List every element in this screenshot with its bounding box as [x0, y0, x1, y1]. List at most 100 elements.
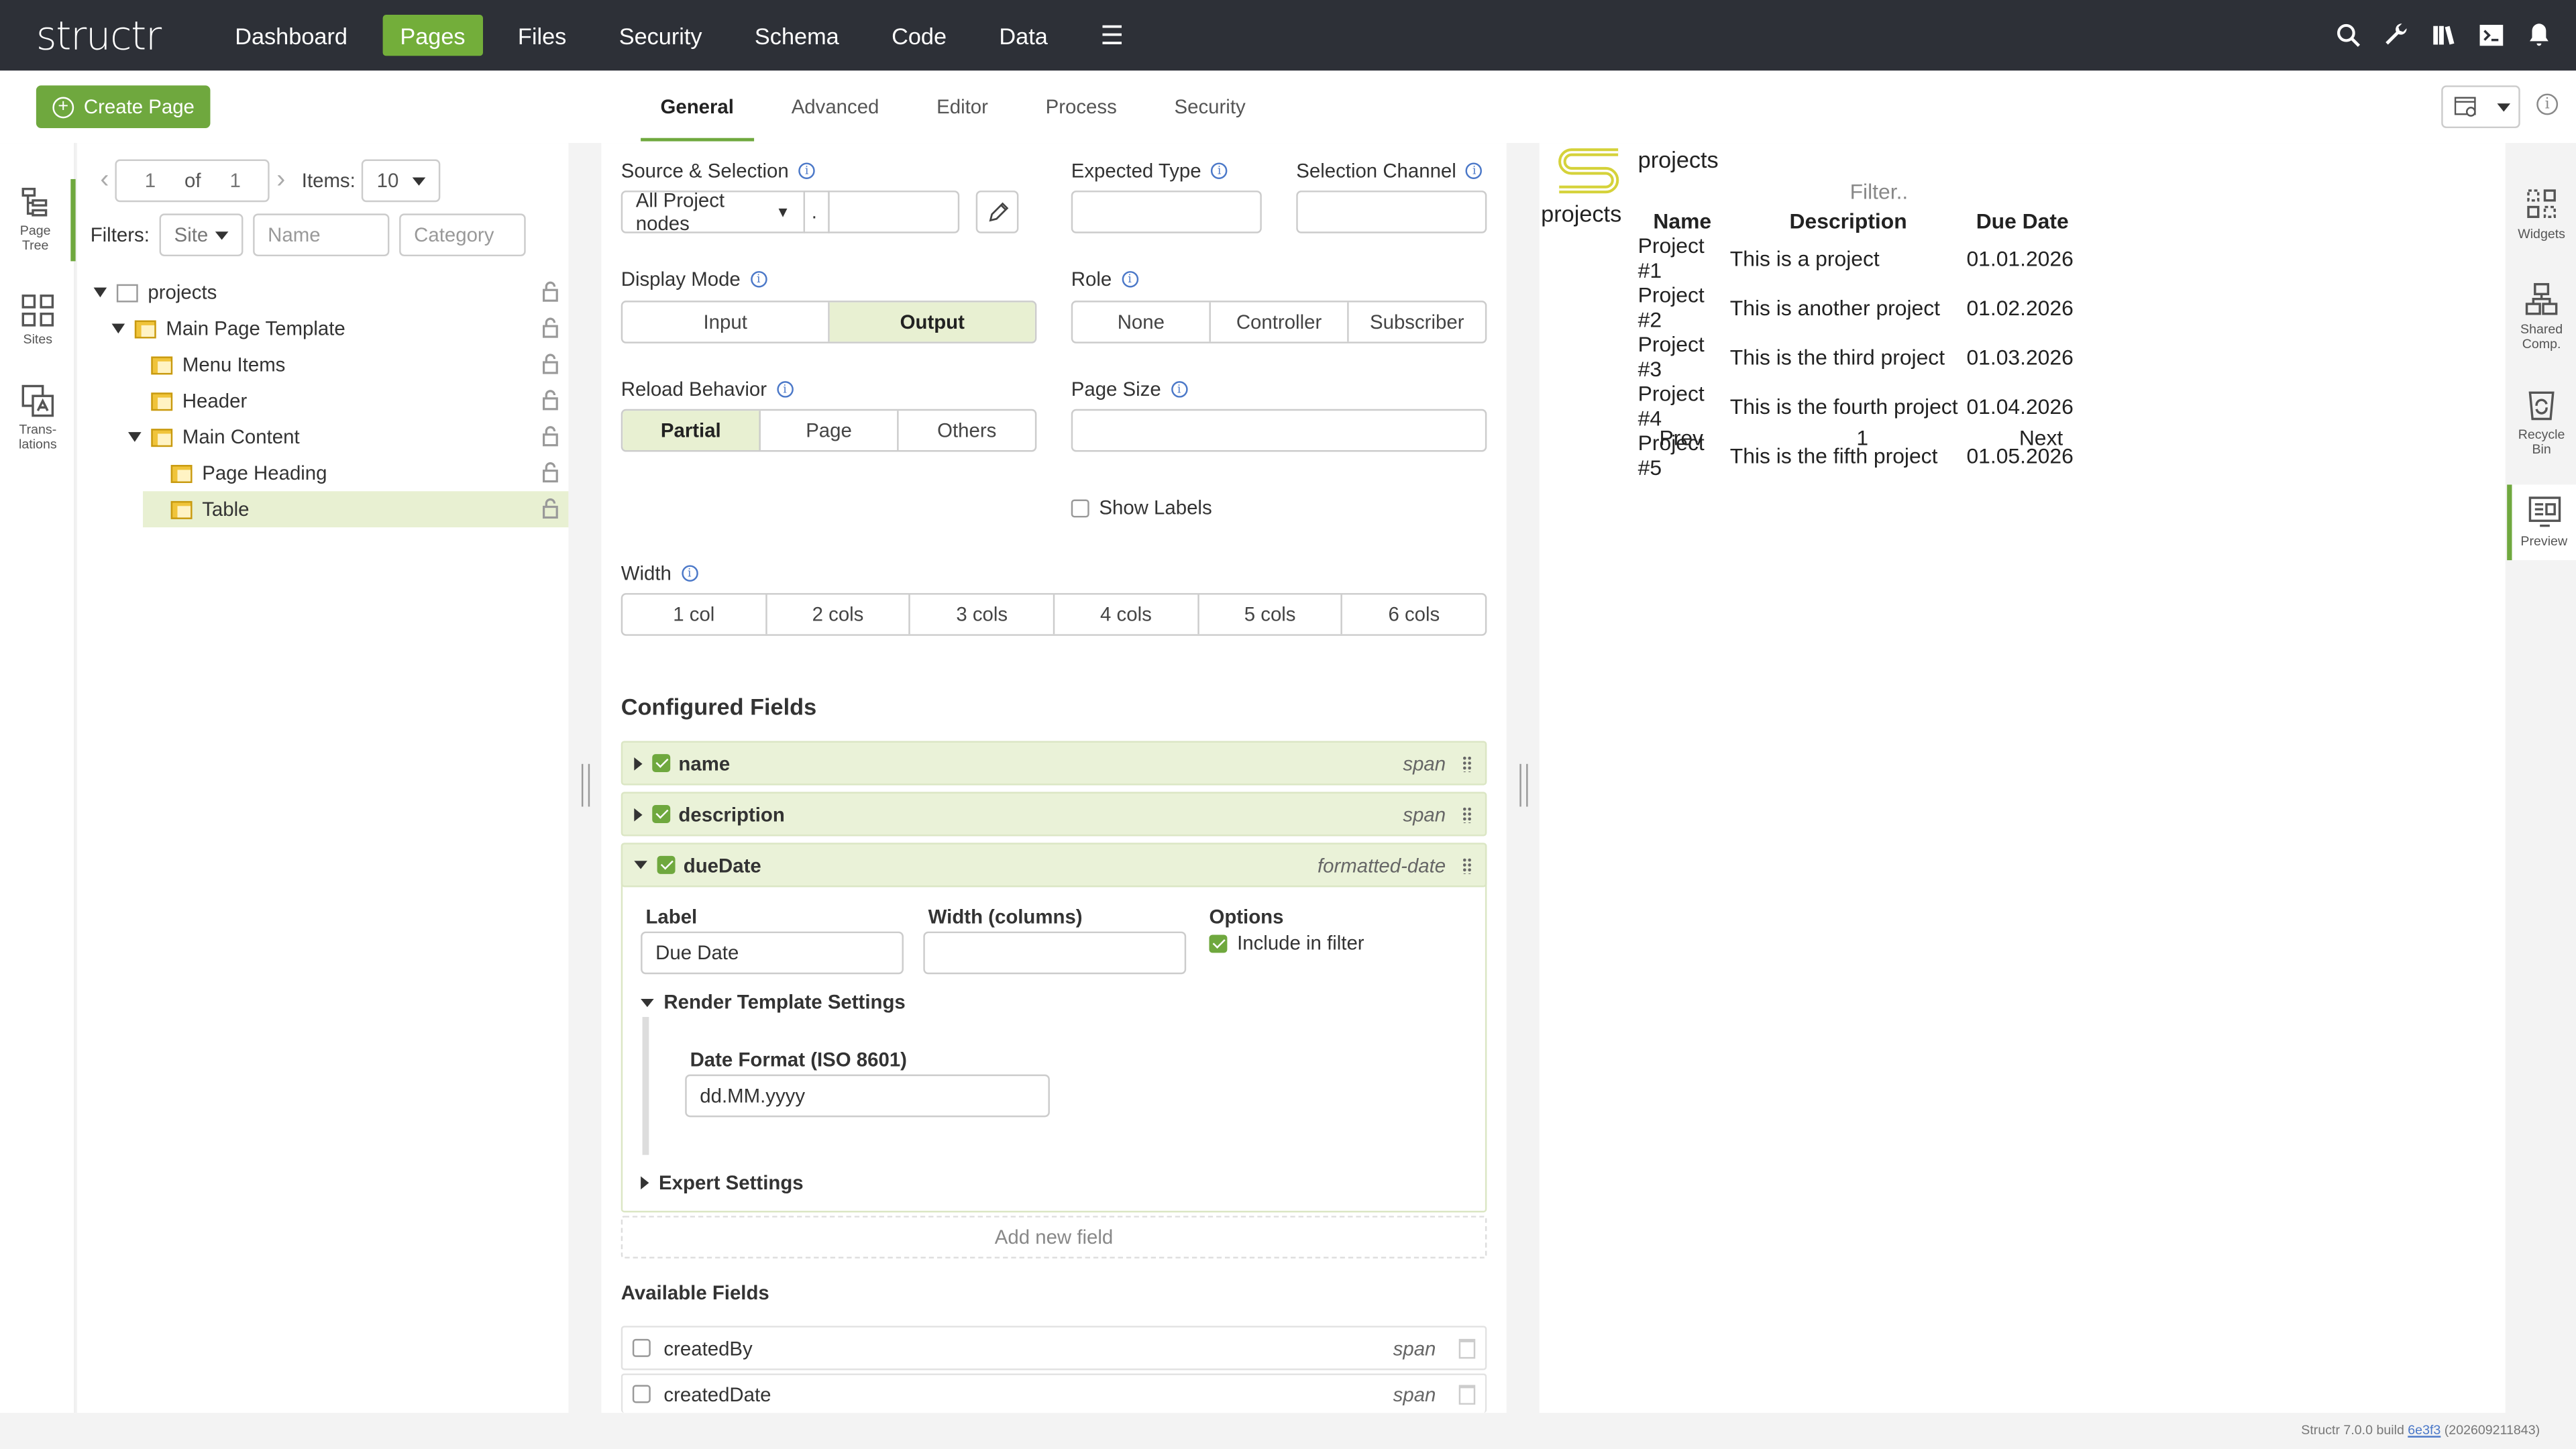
lock-icon[interactable]	[542, 317, 558, 339]
field-width-input[interactable]	[923, 931, 1187, 975]
nav-files[interactable]: Files	[500, 15, 584, 56]
site-filter-select[interactable]: Site	[159, 213, 244, 257]
tab-general[interactable]: General	[641, 70, 753, 143]
nav-code[interactable]: Code	[873, 15, 965, 56]
nav-data[interactable]: Data	[981, 15, 1065, 56]
show-labels-checkbox[interactable]	[1071, 498, 1089, 517]
rail-sites[interactable]: Sites	[0, 294, 76, 347]
show-labels-option[interactable]: Show Labels	[1071, 496, 1212, 519]
configured-field-name[interactable]: name span	[621, 741, 1487, 786]
lock-icon[interactable]	[542, 462, 558, 483]
tree-node-main-content[interactable]: Main Content	[77, 419, 568, 455]
tree-node-menu-items[interactable]: Menu Items	[77, 347, 568, 383]
bell-icon[interactable]	[2525, 21, 2553, 50]
create-page-button[interactable]: + Create Page	[36, 85, 211, 129]
drag-handle-icon[interactable]	[1462, 806, 1472, 822]
panel-splitter[interactable]	[581, 763, 590, 807]
date-format-input[interactable]: dd.MM.yyyy	[685, 1074, 1050, 1118]
width-5-cols[interactable]: 5 cols	[1199, 594, 1343, 635]
wrench-icon[interactable]	[2382, 21, 2410, 50]
lock-icon[interactable]	[542, 281, 558, 303]
search-icon[interactable]	[2334, 21, 2363, 50]
nav-pages[interactable]: Pages	[382, 15, 484, 56]
page-size-input[interactable]	[1071, 409, 1487, 452]
width-4-cols[interactable]: 4 cols	[1055, 594, 1199, 635]
display-mode-input[interactable]: Input	[623, 302, 830, 342]
nav-dashboard[interactable]: Dashboard	[217, 15, 366, 56]
items-select[interactable]: 10	[362, 159, 441, 203]
chevron-left-icon[interactable]: ‹	[100, 166, 109, 195]
field-enabled-checkbox[interactable]	[652, 805, 671, 823]
tree-node-projects[interactable]: projects	[77, 274, 568, 311]
info-icon[interactable]: i	[1466, 162, 1483, 179]
info-icon[interactable]: i	[1171, 381, 1187, 398]
view-selector-dropdown[interactable]	[2441, 85, 2520, 129]
selection-channel-input[interactable]	[1296, 191, 1487, 233]
rail-preview[interactable]: Preview	[2507, 484, 2576, 561]
source-expression-input[interactable]	[828, 191, 960, 233]
terminal-icon[interactable]	[2477, 21, 2506, 50]
hamburger-icon[interactable]: ☰	[1082, 15, 1142, 56]
edit-source-button[interactable]	[975, 191, 1019, 233]
drag-handle-icon[interactable]	[1462, 857, 1472, 873]
expand-triangle-icon[interactable]	[111, 323, 125, 334]
available-field-createddate[interactable]: createdDate span	[621, 1373, 1487, 1413]
panel-splitter[interactable]	[1519, 763, 1528, 807]
expert-settings-toggle[interactable]: Expert Settings	[641, 1171, 804, 1194]
tab-security[interactable]: Security	[1155, 70, 1265, 143]
tab-advanced[interactable]: Advanced	[771, 70, 898, 143]
field-label-input[interactable]: Due Date	[641, 931, 904, 975]
rail-translations[interactable]: Trans-lations	[0, 384, 76, 451]
lock-icon[interactable]	[542, 354, 558, 375]
include-in-filter-checkbox[interactable]	[1209, 934, 1228, 953]
info-icon[interactable]: i	[681, 565, 698, 582]
category-filter-input[interactable]: Category	[399, 213, 526, 257]
role-subscriber[interactable]: Subscriber	[1349, 303, 1485, 342]
rail-recycle-bin[interactable]: Recycle Bin	[2507, 386, 2576, 457]
width-2-cols[interactable]: 2 cols	[767, 594, 911, 635]
width-6-cols[interactable]: 6 cols	[1343, 595, 1485, 635]
page-input[interactable]: 1 of 1	[115, 159, 270, 203]
expected-type-input[interactable]	[1071, 191, 1262, 233]
render-template-settings-toggle[interactable]: Render Template Settings	[641, 991, 906, 1014]
lock-icon[interactable]	[542, 389, 558, 411]
expand-triangle-icon[interactable]	[634, 807, 643, 821]
info-icon[interactable]: i	[776, 381, 794, 398]
tree-node-header[interactable]: Header	[77, 383, 568, 419]
preview-prev-button[interactable]: Prev	[1659, 425, 1703, 450]
preview-next-button[interactable]: Next	[2019, 425, 2063, 450]
trash-icon[interactable]	[1458, 1384, 1476, 1404]
info-icon[interactable]: i	[2536, 93, 2559, 115]
preview-filter-input[interactable]: Filter..	[1850, 179, 1909, 204]
reload-page[interactable]: Page	[761, 411, 899, 451]
configured-field-description[interactable]: description span	[621, 792, 1487, 837]
structr-logo[interactable]: structr	[36, 12, 217, 58]
tree-node-main-page-template[interactable]: Main Page Template	[77, 311, 568, 347]
expand-triangle-icon[interactable]	[128, 432, 142, 442]
lock-icon[interactable]	[542, 425, 558, 447]
rail-page-tree[interactable]: Page Tree	[0, 178, 76, 262]
field-enabled-checkbox[interactable]	[657, 855, 676, 874]
rail-shared-components[interactable]: Shared Comp.	[2507, 281, 2576, 352]
add-new-field-button[interactable]: Add new field	[621, 1216, 1487, 1258]
chevron-right-icon[interactable]: ›	[276, 166, 285, 195]
width-3-cols[interactable]: 3 cols	[911, 594, 1055, 635]
nav-security[interactable]: Security	[601, 15, 720, 56]
tree-node-page-heading[interactable]: Page Heading	[77, 455, 568, 491]
tab-process[interactable]: Process	[1026, 70, 1136, 143]
field-checkbox[interactable]	[632, 1338, 651, 1357]
include-in-filter-option[interactable]: Include in filter	[1209, 932, 1364, 955]
nav-schema[interactable]: Schema	[737, 15, 857, 56]
tree-node-table[interactable]: Table	[143, 491, 569, 528]
name-filter-input[interactable]: Name	[253, 213, 390, 257]
collapse-triangle-icon[interactable]	[634, 861, 647, 869]
expand-triangle-icon[interactable]	[634, 756, 643, 770]
build-link[interactable]: 6e3f3	[2408, 1423, 2440, 1438]
available-field-createdby[interactable]: createdBy span	[621, 1326, 1487, 1371]
lock-icon[interactable]	[542, 498, 558, 519]
tab-editor[interactable]: Editor	[917, 70, 1008, 143]
rail-widgets[interactable]: Widgets	[2507, 186, 2576, 241]
info-icon[interactable]: i	[750, 271, 767, 288]
field-checkbox[interactable]	[632, 1385, 651, 1403]
configured-field-duedate[interactable]: dueDate formatted-date	[621, 843, 1487, 888]
